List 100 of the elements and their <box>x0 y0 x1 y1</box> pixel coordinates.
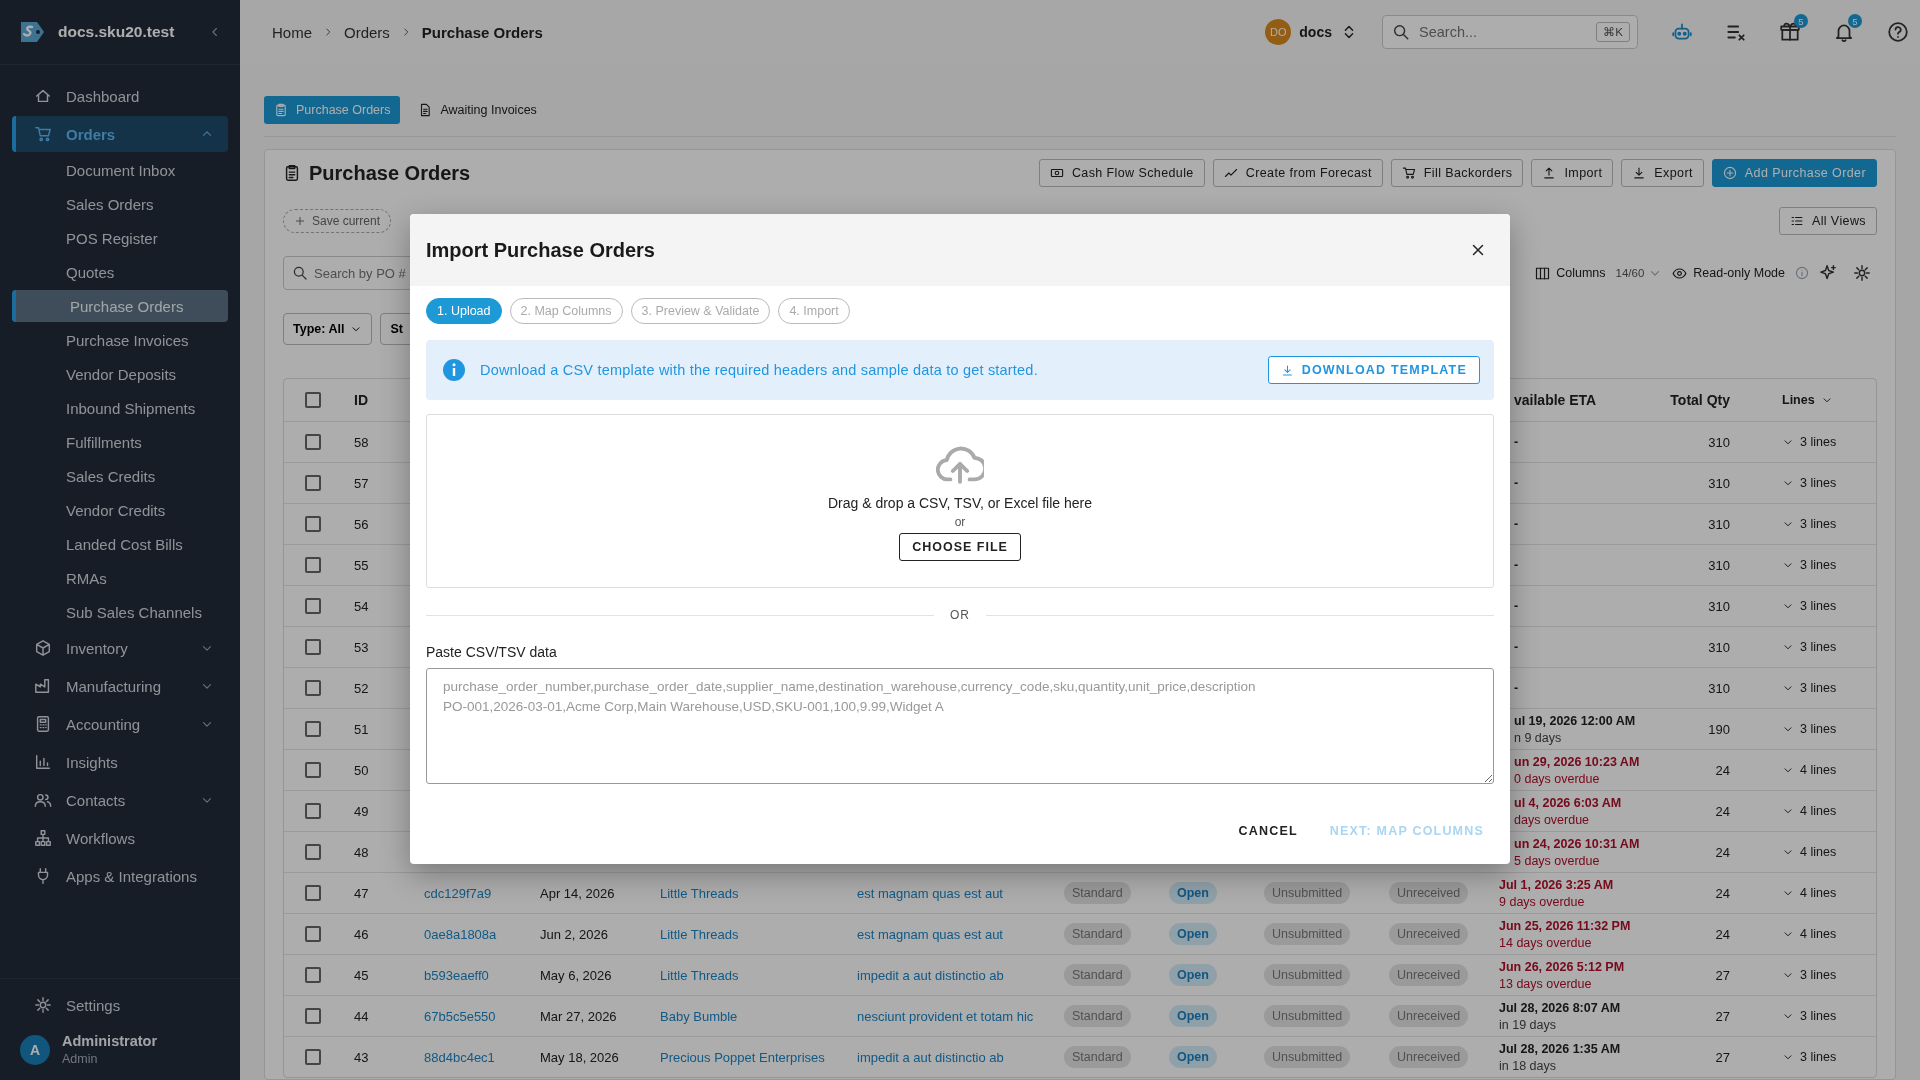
sidebar-item[interactable]: Workflows <box>12 820 228 856</box>
breadcrumb-link[interactable]: Home <box>272 23 312 41</box>
column-header[interactable]: Lines <box>1742 393 1876 407</box>
action-button[interactable]: Fill Backorders <box>1390 159 1524 187</box>
sidebar-item[interactable]: Orders <box>12 116 228 152</box>
sidebar-subitem[interactable]: Purchase Invoices <box>12 324 228 356</box>
sidebar-subitem[interactable]: Sub Sales Channels <box>12 596 228 628</box>
sidebar-subitem[interactable]: Document Inbox <box>12 154 228 186</box>
row-checkbox[interactable] <box>305 598 321 614</box>
sidebar-item[interactable]: Inventory <box>12 630 228 666</box>
row-checkbox[interactable] <box>305 1049 321 1065</box>
action-button[interactable]: Import <box>1531 159 1614 187</box>
action-button[interactable]: Create from Forecast <box>1212 159 1383 187</box>
lines-toggle[interactable]: 3 lines <box>1742 599 1876 613</box>
lines-toggle[interactable]: 4 lines <box>1742 845 1876 859</box>
sidebar-item[interactable]: Manufacturing <box>12 668 228 704</box>
supplier-link[interactable]: Little Threads <box>648 967 845 983</box>
order-link[interactable]: b593eaeff0 <box>412 967 528 983</box>
row-checkbox[interactable] <box>305 762 321 778</box>
workspace-switcher[interactable]: docs <box>1299 24 1332 40</box>
lines-toggle[interactable]: 3 lines <box>1742 558 1876 572</box>
paste-data-field[interactable]: purchase_order_number,purchase_order_date,supplier_name,destination_warehouse,currency_code,sku,quantity,unit_price,description PO-001,2026-03-01,Acme Corp,Main Warehouse,USD,SKU-001,100,9.99,Widget A <box>426 668 1494 784</box>
choose-file-button[interactable]: CHOOSE FILE <box>899 533 1021 561</box>
sidebar-subitem[interactable]: Fulfillments <box>12 426 228 458</box>
sidebar-subitem[interactable]: Vendor Deposits <box>12 358 228 390</box>
lines-toggle[interactable]: 3 lines <box>1742 517 1876 531</box>
gift-button[interactable]: 5 <box>1768 10 1812 54</box>
column-header[interactable]: Total Qty <box>1652 392 1742 408</box>
supplier-link[interactable]: Baby Bumble <box>648 1008 845 1024</box>
step-chip[interactable]: 1. Upload <box>426 298 502 324</box>
drop-zone[interactable]: Drag & drop a CSV, TSV, or Excel file here or CHOOSE FILE <box>426 414 1494 588</box>
lines-toggle[interactable]: 4 lines <box>1742 763 1876 777</box>
memo-link[interactable]: impedit a aut distinctio ab <box>845 967 1052 983</box>
columns-button[interactable]: Columns <box>1529 265 1612 281</box>
lines-toggle[interactable]: 4 lines <box>1742 927 1876 941</box>
order-link[interactable]: cdc129f7a9 <box>412 885 528 901</box>
user-avatar[interactable]: A <box>20 1034 50 1065</box>
filter-button[interactable]: St <box>380 313 413 345</box>
memo-link[interactable]: est magnam quas est aut <box>845 885 1052 901</box>
action-button[interactable]: Cash Flow Schedule <box>1038 159 1205 187</box>
row-checkbox[interactable] <box>305 721 321 737</box>
column-header[interactable]: ID <box>342 392 412 408</box>
lines-toggle[interactable]: 3 lines <box>1742 681 1876 695</box>
row-checkbox[interactable] <box>305 885 321 901</box>
memo-link[interactable]: nesciunt provident et totam hic <box>845 1008 1052 1024</box>
cancel-button[interactable]: CANCEL <box>1228 814 1308 848</box>
notifications-button[interactable]: 5 <box>1822 10 1866 54</box>
lines-toggle[interactable]: 3 lines <box>1742 476 1876 490</box>
row-checkbox[interactable] <box>305 516 321 532</box>
sidebar-subitem[interactable]: POS Register <box>12 222 228 254</box>
row-checkbox[interactable] <box>305 803 321 819</box>
action-button[interactable]: Export <box>1621 159 1704 187</box>
lines-toggle[interactable]: 4 lines <box>1742 804 1876 818</box>
memo-link[interactable]: impedit a aut distinctio ab <box>845 1049 1052 1065</box>
row-checkbox[interactable] <box>305 1008 321 1024</box>
memo-link[interactable]: est magnam quas est aut <box>845 926 1052 942</box>
sidebar-subitem[interactable]: Purchase Orders <box>12 290 228 322</box>
supplier-link[interactable]: Little Threads <box>648 926 845 942</box>
sidebar-item[interactable]: Apps & Integrations <box>12 858 228 894</box>
sidebar-subitem[interactable]: Vendor Credits <box>12 494 228 526</box>
row-checkbox[interactable] <box>305 639 321 655</box>
save-view-button[interactable]: Save current <box>283 209 392 233</box>
filter-button[interactable]: Type: All <box>283 313 373 345</box>
sidebar-subitem[interactable]: RMAs <box>12 562 228 594</box>
breadcrumb-link[interactable]: Orders <box>344 23 390 41</box>
sidebar-item[interactable]: Contacts <box>12 782 228 818</box>
sidebar-subitem[interactable]: Sales Orders <box>12 188 228 220</box>
read-only-toggle[interactable]: Read-only Mode <box>1666 265 1791 281</box>
select-all-checkbox[interactable] <box>305 392 321 408</box>
lines-toggle[interactable]: 3 lines <box>1742 968 1876 982</box>
sidebar-item[interactable]: Accounting <box>12 706 228 742</box>
all-views-button[interactable]: All Views <box>1778 207 1877 235</box>
download-template-button[interactable]: DOWNLOAD TEMPLATE <box>1267 356 1480 384</box>
row-checkbox[interactable] <box>305 434 321 450</box>
order-link[interactable]: 67b5c5e550 <box>412 1008 528 1024</box>
supplier-link[interactable]: Precious Poppet Enterprises <box>648 1049 845 1065</box>
row-checkbox[interactable] <box>305 557 321 573</box>
sidebar-subitem[interactable]: Landed Cost Bills <box>12 528 228 560</box>
row-checkbox[interactable] <box>305 475 321 491</box>
order-link[interactable]: 88d4bc4ec1 <box>412 1049 528 1065</box>
row-checkbox[interactable] <box>305 926 321 942</box>
lines-toggle[interactable]: 4 lines <box>1742 886 1876 900</box>
sidebar-subitem[interactable]: Inbound Shipments <box>12 392 228 424</box>
sidebar-item[interactable]: Insights <box>12 744 228 780</box>
supplier-link[interactable]: Little Threads <box>648 885 845 901</box>
lines-toggle[interactable]: 3 lines <box>1742 722 1876 736</box>
sidebar-subitem[interactable]: Quotes <box>12 256 228 288</box>
sidebar-item[interactable]: Dashboard <box>12 78 228 114</box>
row-checkbox[interactable] <box>305 967 321 983</box>
lines-toggle[interactable]: 3 lines <box>1742 1009 1876 1023</box>
lines-toggle[interactable]: 3 lines <box>1742 1050 1876 1064</box>
tab[interactable]: Awaiting Invoices <box>408 96 547 124</box>
row-checkbox[interactable] <box>305 680 321 696</box>
lines-toggle[interactable]: 3 lines <box>1742 640 1876 654</box>
sidebar-subitem[interactable]: Sales Credits <box>12 460 228 492</box>
settings-item[interactable]: Settings <box>12 987 228 1023</box>
lines-toggle[interactable]: 3 lines <box>1742 435 1876 449</box>
row-checkbox[interactable] <box>305 844 321 860</box>
breadcrumb-link[interactable]: Purchase Orders <box>421 23 543 41</box>
order-link[interactable]: 0ae8a1808a <box>412 926 528 942</box>
